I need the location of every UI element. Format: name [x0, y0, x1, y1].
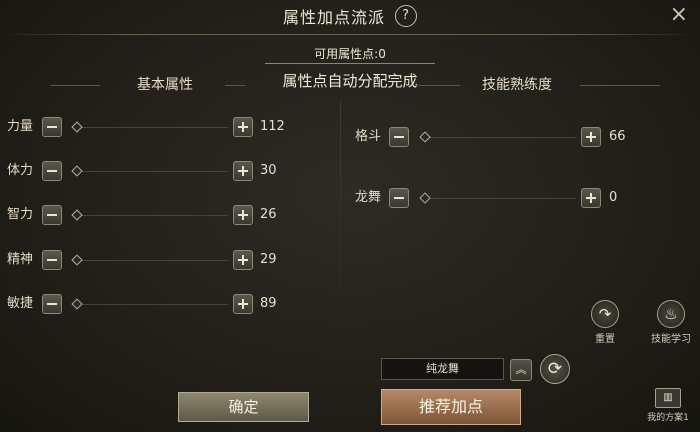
my-plan-button[interactable]: ▥ 我的方案1 — [640, 388, 696, 423]
skill-slider-track[interactable] — [421, 198, 576, 199]
attribute-label: 敏捷 — [7, 296, 34, 311]
my-plan-label: 我的方案1 — [647, 413, 689, 423]
attribute-slider-track[interactable] — [73, 304, 228, 305]
close-icon[interactable]: × — [670, 2, 688, 27]
attribute-value: 30 — [260, 163, 277, 178]
attribute-slider-handle[interactable] — [71, 209, 83, 221]
reset-arrow-icon: ↷ — [591, 300, 619, 328]
decrease-button[interactable] — [42, 161, 62, 181]
attribute-row-agility: 敏捷 89 — [7, 294, 307, 314]
attribute-slider-track[interactable] — [73, 260, 228, 261]
decrease-button[interactable] — [42, 205, 62, 225]
available-points: 可用属性点:0 — [314, 47, 386, 61]
skill-proficiency-heading: 技能熟练度 — [482, 77, 552, 93]
skill-learn-label: 技能学习 — [651, 334, 691, 345]
scheme-expand-button[interactable]: ︽ — [510, 359, 532, 381]
double-chevron-up-icon: ︽ — [515, 363, 527, 376]
skill-learn-button[interactable]: ♨ 技能学习 — [645, 300, 697, 345]
attribute-row-intellect: 智力 26 — [7, 205, 307, 225]
confirm-button[interactable]: 确定 — [178, 392, 309, 422]
refresh-arrows-icon: ⟳ — [547, 359, 563, 379]
attribute-slider-track[interactable] — [73, 127, 228, 128]
reset-button[interactable]: ↷ 重置 — [586, 300, 624, 345]
skill-value: 66 — [609, 129, 626, 144]
attribute-slider-handle[interactable] — [71, 298, 83, 310]
skill-slider-handle[interactable] — [419, 192, 431, 204]
swap-scheme-button[interactable]: ⟳ — [540, 354, 570, 384]
attribute-value: 112 — [260, 119, 285, 134]
skill-slider-handle[interactable] — [419, 131, 431, 143]
increase-button[interactable] — [233, 117, 253, 137]
skill-row-dragon-dance: 龙舞 0 — [355, 188, 645, 208]
attribute-label: 智力 — [7, 207, 34, 222]
book-icon: ▥ — [655, 388, 681, 408]
skill-slider-track[interactable] — [421, 137, 576, 138]
increase-button[interactable] — [233, 250, 253, 270]
attribute-label: 精神 — [7, 252, 34, 267]
increase-button[interactable] — [581, 188, 601, 208]
title-divider — [0, 34, 700, 35]
decrease-button[interactable] — [389, 127, 409, 147]
basic-attributes-heading: 基本属性 — [137, 77, 193, 93]
skill-value: 0 — [609, 190, 618, 205]
recommend-points-button[interactable]: 推荐加点 — [381, 389, 521, 425]
skill-row-fighting: 格斗 66 — [355, 127, 645, 147]
column-divider — [340, 100, 341, 330]
scheme-name-field[interactable]: 纯龙舞 — [381, 358, 504, 380]
attribute-panel: 属性加点流派 ? × 可用属性点:0 基本属性 属性点自动分配完成 技能熟练度 … — [0, 0, 700, 432]
skill-label: 龙舞 — [355, 190, 382, 205]
attribute-slider-track[interactable] — [73, 215, 228, 216]
attribute-value: 26 — [260, 207, 277, 222]
decrease-button[interactable] — [42, 250, 62, 270]
available-points-underline — [265, 63, 435, 64]
attribute-label: 力量 — [7, 119, 34, 134]
attribute-row-stamina: 体力 30 — [7, 161, 307, 181]
auto-allocate-message: 属性点自动分配完成 — [282, 72, 418, 90]
attribute-slider-handle[interactable] — [71, 254, 83, 266]
attribute-row-spirit: 精神 29 — [7, 250, 307, 270]
reset-label: 重置 — [595, 334, 615, 345]
attribute-label: 体力 — [7, 163, 34, 178]
attribute-slider-track[interactable] — [73, 171, 228, 172]
attribute-slider-handle[interactable] — [71, 121, 83, 133]
increase-button[interactable] — [581, 127, 601, 147]
decrease-button[interactable] — [389, 188, 409, 208]
decrease-button[interactable] — [42, 117, 62, 137]
skill-label: 格斗 — [355, 129, 382, 144]
panel-title-text: 属性加点流派 — [282, 8, 385, 27]
flame-skill-icon: ♨ — [657, 300, 685, 328]
decrease-button[interactable] — [42, 294, 62, 314]
attribute-slider-handle[interactable] — [71, 165, 83, 177]
attribute-value: 89 — [260, 296, 277, 311]
attribute-value: 29 — [260, 252, 277, 267]
panel-title: 属性加点流派 ? — [0, 4, 700, 28]
increase-button[interactable] — [233, 161, 253, 181]
help-icon[interactable]: ? — [395, 5, 418, 27]
attribute-row-strength: 力量 112 — [7, 117, 307, 137]
increase-button[interactable] — [233, 294, 253, 314]
increase-button[interactable] — [233, 205, 253, 225]
